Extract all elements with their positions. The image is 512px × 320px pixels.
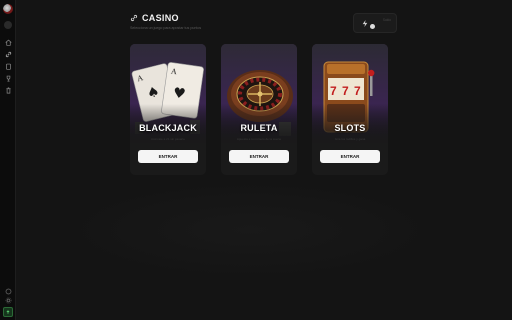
game-title: BLACKJACK (139, 123, 197, 133)
settings-icon[interactable] (4, 296, 12, 304)
svg-text:♥: ♥ (172, 85, 187, 103)
svg-text:7: 7 (342, 84, 349, 98)
game-card-blackjack[interactable]: A ♠ A ♥ BLACKJACK Acércate a 21 sin pasa… (130, 44, 206, 175)
game-description: Apuesta a tu número de la suerte (236, 137, 282, 141)
game-title: RULETA (240, 123, 278, 133)
sidebar (0, 0, 16, 320)
game-card-slots[interactable]: 7 7 7 SLOTS Gira los rodillos y gana ENT… (312, 44, 388, 175)
balance-label: Saldo (382, 18, 391, 22)
help-icon[interactable] (4, 287, 12, 295)
enter-button[interactable]: ENTRAR (138, 150, 198, 163)
svg-text:7: 7 (330, 84, 337, 98)
power-icon[interactable] (3, 307, 13, 317)
clipboard-icon[interactable] (4, 62, 12, 70)
bolt-icon (362, 20, 368, 27)
link-icon (130, 14, 138, 22)
enter-button[interactable]: ENTRAR (229, 150, 289, 163)
svg-text:7: 7 (354, 84, 361, 98)
user-avatar[interactable] (3, 4, 13, 14)
coin-icon (370, 24, 375, 29)
balance-widget[interactable]: Saldo (353, 13, 397, 33)
page-title-text: CASINO (142, 13, 179, 23)
enter-button[interactable]: ENTRAR (320, 150, 380, 163)
trash-icon[interactable] (4, 86, 12, 94)
status-dot (4, 21, 12, 29)
home-icon[interactable] (4, 38, 12, 46)
page-title: CASINO (130, 13, 179, 23)
page-subtitle: Selecciona un juego para apostar tus pun… (130, 26, 202, 30)
game-title: SLOTS (334, 123, 366, 133)
game-card-roulette[interactable]: RULETA Apuesta a tu número de la suerte … (221, 44, 297, 175)
game-description: Gira los rodillos y gana (334, 137, 366, 141)
trophy-icon[interactable] (4, 74, 12, 82)
game-description: Acércate a 21 sin pasarte (150, 137, 186, 141)
background-wash (60, 180, 440, 280)
link-icon[interactable] (4, 50, 12, 58)
